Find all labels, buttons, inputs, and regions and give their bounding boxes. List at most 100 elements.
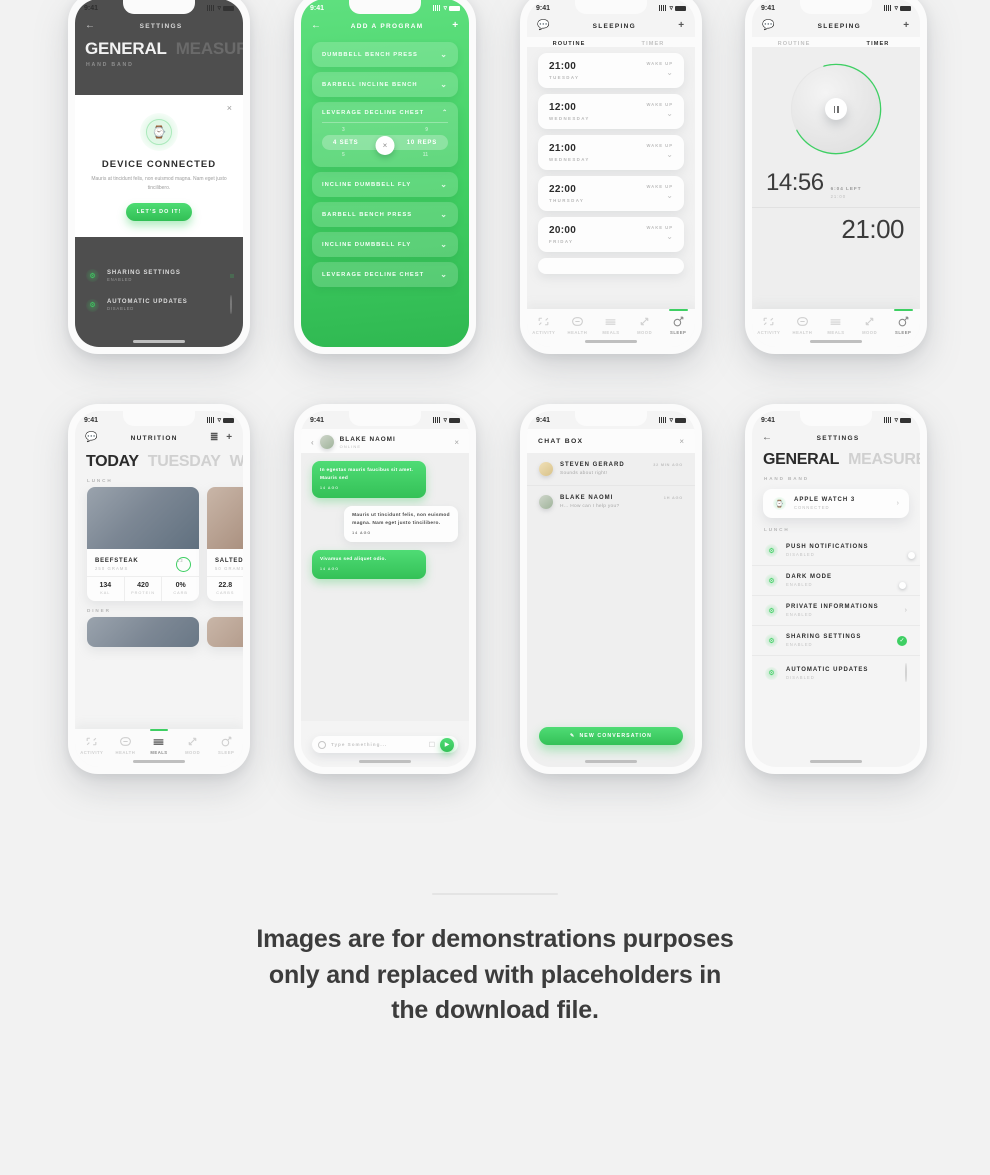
- row-control[interactable]: [230, 295, 232, 314]
- chevron-down-icon[interactable]: ⌄: [440, 180, 448, 189]
- day-selector[interactable]: TODAY TUESDAY WEDNESDAY: [75, 449, 243, 471]
- tab-measurement[interactable]: MEASUREMENT: [848, 451, 920, 469]
- meal-card-partial[interactable]: [87, 617, 199, 647]
- add-icon[interactable]: +: [452, 21, 459, 31]
- setting-row-dark-mode[interactable]: ⚙ DARK MODE ENABLED: [752, 565, 920, 595]
- avatar[interactable]: [539, 462, 553, 476]
- tab-activity[interactable]: ACTIVITY: [752, 315, 786, 335]
- setting-row-automatic-updates[interactable]: ⚙ AUTOMATIC UPDATES DISABLED: [752, 655, 920, 690]
- routine-item-partial[interactable]: [538, 258, 684, 274]
- settings-tabs[interactable]: GENERAL MEASUREMENT: [752, 449, 920, 469]
- chevron-down-icon[interactable]: ⌄: [440, 210, 448, 219]
- tab-health[interactable]: HEALTH: [109, 735, 143, 755]
- tab-meals[interactable]: MEALS: [594, 315, 628, 335]
- chat-icon[interactable]: 💬: [85, 433, 98, 443]
- message-list[interactable]: In egestas mauris faucibus sit amet. Mau…: [301, 453, 469, 721]
- back-icon[interactable]: ←: [762, 433, 773, 443]
- tab-meals[interactable]: MEALS: [142, 729, 176, 755]
- chevron-down-icon[interactable]: ⌄: [646, 232, 673, 241]
- routine-item[interactable]: 21:00 WEDNESDAY WAKE UP ⌄: [538, 135, 684, 170]
- routine-item[interactable]: 20:00 FRIDAY WAKE UP ⌄: [538, 217, 684, 252]
- sets-reps-picker[interactable]: 3 9 4 SETS 10 REPS 5 11 ×: [322, 123, 448, 158]
- lets-do-it-button[interactable]: LET'S DO IT!: [126, 203, 192, 221]
- routine-item[interactable]: 12:00 WEDNESDAY WAKE UP ⌄: [538, 94, 684, 129]
- back-icon[interactable]: ←: [85, 21, 96, 31]
- exercise-card[interactable]: BARBELL BENCH PRESS ⌄: [312, 202, 458, 227]
- meal-card-list[interactable]: BEEFSTEAK 250 GRAMS 12 134 KAL 420 PROTE…: [75, 487, 243, 601]
- filter-icon[interactable]: ≣: [210, 433, 219, 443]
- tab-mood[interactable]: MOOD: [176, 735, 210, 755]
- tab-mood[interactable]: MOOD: [628, 315, 662, 335]
- conversation-item[interactable]: BLAKE NAOMI 1H AGO H... How can I help y…: [527, 485, 695, 518]
- conversation-item[interactable]: STEVEN GERARD 32 MIN AGO Sounds about ri…: [527, 453, 695, 485]
- exercise-card[interactable]: LEVERAGE DECLINE CHEST ⌄: [312, 262, 458, 287]
- routine-list[interactable]: 21:00 TUESDAY WAKE UP ⌄ 12:00 WEDNESDAY …: [527, 47, 695, 309]
- chat-icon[interactable]: 💬: [537, 21, 550, 31]
- tab-sleep[interactable]: SLEEP: [886, 309, 920, 335]
- device-row-apple-watch[interactable]: ⌚ APPLE WATCH 3 CONNECTED ›: [763, 489, 909, 518]
- add-icon[interactable]: +: [226, 433, 233, 443]
- meal-card[interactable]: SALTED 50 GRAMS 9 22.8 CARBS 310 PROTEIN…: [207, 487, 243, 601]
- chevron-down-icon[interactable]: ⌄: [440, 80, 448, 89]
- chevron-right-icon[interactable]: ›: [897, 500, 899, 507]
- exercise-card[interactable]: INCLINE DUMBBELL FLY ⌄: [312, 232, 458, 257]
- meal-card[interactable]: BEEFSTEAK 250 GRAMS 12 134 KAL 420 PROTE…: [87, 487, 199, 601]
- tab-sleep[interactable]: SLEEP: [661, 309, 695, 335]
- setting-row-sharing-settings[interactable]: ⚙ SHARING SETTINGS ENABLED: [75, 262, 243, 289]
- add-icon[interactable]: +: [678, 21, 685, 31]
- exercise-card[interactable]: INCLINE DUMBBELL FLY ⌄: [312, 172, 458, 197]
- tab-activity[interactable]: ACTIVITY: [75, 735, 109, 755]
- chevron-right-icon[interactable]: ›: [905, 607, 907, 614]
- tab-sleep[interactable]: SLEEP: [209, 735, 243, 755]
- new-conversation-button[interactable]: ✎ NEW CONVERSATION: [539, 727, 683, 745]
- close-icon[interactable]: ×: [454, 438, 459, 447]
- attachment-icon[interactable]: ☐: [429, 741, 435, 749]
- check-icon[interactable]: ✓: [897, 635, 907, 646]
- chevron-up-icon[interactable]: ⌃: [442, 110, 448, 116]
- empty-circle-icon[interactable]: [905, 663, 907, 682]
- send-button[interactable]: ▶: [440, 737, 454, 752]
- pause-button[interactable]: [825, 98, 847, 120]
- meal-card-partial[interactable]: [207, 617, 243, 647]
- meal-card-list-diner[interactable]: [75, 617, 243, 647]
- chevron-down-icon[interactable]: ⌄: [646, 150, 673, 159]
- back-icon[interactable]: ←: [311, 21, 322, 31]
- exercise-card[interactable]: BARBELL INCLINE BENCH ⌄: [312, 72, 458, 97]
- setting-row-private-informations[interactable]: ⚙ PRIVATE INFORMATIONS ENABLED ›: [752, 595, 920, 625]
- chevron-down-icon[interactable]: ⌄: [440, 50, 448, 59]
- message-input[interactable]: Type Something...: [331, 742, 424, 747]
- tab-measurement[interactable]: MEASUREMENT: [176, 39, 243, 59]
- routine-item[interactable]: 22:00 THURSDAY WAKE UP ⌄: [538, 176, 684, 211]
- day-tuesday[interactable]: TUESDAY: [148, 453, 221, 471]
- tab-mood[interactable]: MOOD: [853, 315, 887, 335]
- chevron-down-icon[interactable]: ⌄: [646, 68, 673, 77]
- day-wednesday[interactable]: WEDNESDAY: [230, 453, 243, 471]
- setting-row-push-notifications[interactable]: ⚙ PUSH NOTIFICATIONS DISABLED: [752, 536, 920, 565]
- day-today[interactable]: TODAY: [86, 453, 139, 471]
- exercise-card-expanded[interactable]: LEVERAGE DECLINE CHEST ⌃ 3 9 4 SETS 10 R…: [312, 102, 458, 167]
- picker-knob-close-icon[interactable]: ×: [375, 136, 395, 155]
- tab-health[interactable]: HEALTH: [561, 315, 595, 335]
- back-icon[interactable]: ‹: [311, 438, 314, 447]
- emoji-icon[interactable]: [318, 740, 326, 749]
- timer-dial[interactable]: [786, 59, 886, 159]
- close-icon[interactable]: ×: [227, 103, 232, 113]
- routine-item[interactable]: 21:00 TUESDAY WAKE UP ⌄: [538, 53, 684, 88]
- conversation-list[interactable]: STEVEN GERARD 32 MIN AGO Sounds about ri…: [527, 453, 695, 767]
- avatar[interactable]: [539, 495, 553, 509]
- exercise-card[interactable]: DUMBBELL BENCH PRESS ⌄: [312, 42, 458, 67]
- close-icon[interactable]: ×: [679, 437, 684, 446]
- avatar[interactable]: [319, 435, 334, 449]
- chevron-down-icon[interactable]: ⌄: [440, 240, 448, 249]
- tab-activity[interactable]: ACTIVITY: [527, 315, 561, 335]
- chevron-down-icon[interactable]: ⌄: [440, 270, 448, 279]
- tab-meals[interactable]: MEALS: [819, 315, 853, 335]
- chat-icon[interactable]: 💬: [762, 21, 775, 31]
- chevron-down-icon[interactable]: ⌄: [646, 109, 673, 118]
- add-icon[interactable]: +: [903, 21, 910, 31]
- message-composer[interactable]: Type Something... ☐ ▶: [312, 736, 458, 753]
- setting-row-sharing-settings[interactable]: ⚙ SHARING SETTINGS ENABLED ✓: [752, 625, 920, 655]
- tab-general[interactable]: GENERAL: [85, 39, 167, 59]
- setting-row-automatic-updates[interactable]: ⚙ AUTOMATIC UPDATES DISABLED: [75, 289, 243, 321]
- chevron-down-icon[interactable]: ⌄: [646, 191, 673, 200]
